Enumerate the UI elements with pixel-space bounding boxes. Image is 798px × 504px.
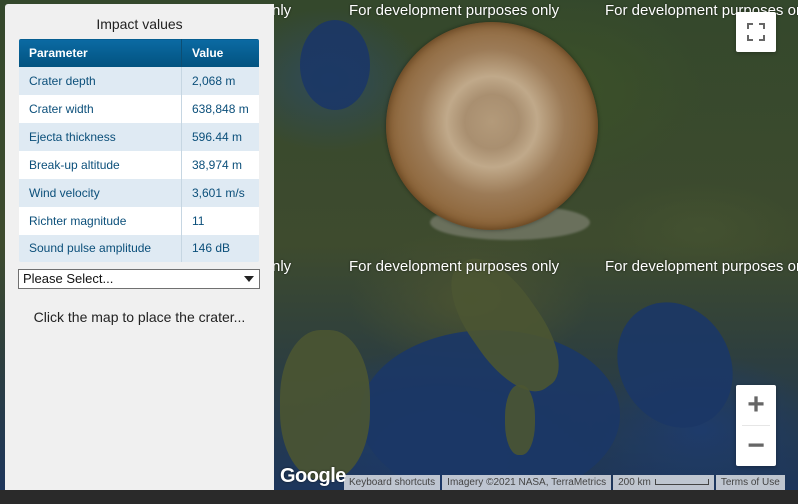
- table-row: Crater width 638,848 m: [19, 94, 259, 123]
- fullscreen-icon: [747, 23, 765, 41]
- parameter-cell: Crater width: [19, 94, 182, 123]
- north-sea-area: [300, 20, 370, 110]
- terms-of-use-link[interactable]: Terms of Use: [715, 475, 785, 490]
- table-row: Ejecta thickness 596.44 m: [19, 122, 259, 151]
- chevron-down-icon: [244, 276, 254, 282]
- watermark-text: nly: [272, 258, 292, 275]
- value-cell: 638,848 m: [181, 94, 259, 123]
- map-attribution-bar: Keyboard shortcuts Imagery ©2021 NASA, T…: [344, 475, 785, 490]
- watermark-text: nly: [272, 2, 292, 19]
- watermark-text: For development purposes only: [349, 258, 560, 275]
- value-cell: 3,601 m/s: [181, 178, 259, 207]
- fullscreen-button[interactable]: [736, 12, 776, 52]
- table-row: Sound pulse amplitude 146 dB: [19, 234, 259, 262]
- corsica-sardinia-landmass: [505, 385, 535, 455]
- impact-values-panel: Impact values Parameter Value Crater dep…: [5, 4, 274, 490]
- parameter-cell: Crater depth: [19, 66, 182, 95]
- table-row: Richter magnitude 11: [19, 206, 259, 235]
- table-row: Break-up altitude 38,974 m: [19, 150, 259, 179]
- parameter-cell: Ejecta thickness: [19, 122, 182, 151]
- parameter-cell: Break-up altitude: [19, 150, 182, 179]
- impact-values-table: Parameter Value Crater depth 2,068 m Cra…: [18, 38, 260, 263]
- value-column-header: Value: [181, 39, 259, 67]
- map-scale[interactable]: 200 km: [613, 475, 714, 490]
- crater-overlay: [386, 22, 598, 230]
- parameter-column-header: Parameter: [19, 39, 182, 67]
- parameter-cell: Richter magnitude: [19, 206, 182, 235]
- watermark-text: For development purposes only: [349, 2, 560, 19]
- iberia-landmass: [280, 330, 370, 480]
- value-cell: 596.44 m: [181, 122, 259, 151]
- impact-preset-select[interactable]: Please Select...: [18, 269, 260, 289]
- table-row: Wind velocity 3,601 m/s: [19, 178, 259, 207]
- zoom-controls: + −: [736, 385, 776, 466]
- parameter-cell: Sound pulse amplitude: [19, 234, 182, 262]
- select-selected-value: Please Select...: [23, 271, 114, 286]
- parameter-cell: Wind velocity: [19, 178, 182, 207]
- watermark-text: For development purposes only: [605, 258, 798, 275]
- scale-label: 200 km: [618, 477, 651, 488]
- bottom-strip: [0, 490, 798, 504]
- place-crater-hint: Click the map to place the crater...: [33, 309, 246, 325]
- value-cell: 38,974 m: [181, 150, 259, 179]
- zoom-in-button[interactable]: +: [736, 385, 776, 425]
- panel-title: Impact values: [96, 16, 183, 32]
- table-row: Crater depth 2,068 m: [19, 66, 259, 95]
- keyboard-shortcuts-link[interactable]: Keyboard shortcuts: [344, 475, 441, 490]
- value-cell: 146 dB: [181, 234, 259, 262]
- table-header-row: Parameter Value: [19, 39, 259, 67]
- imagery-credit: Imagery ©2021 NASA, TerraMetrics: [442, 475, 612, 490]
- zoom-out-button[interactable]: −: [736, 426, 776, 466]
- scale-bar: [654, 479, 709, 486]
- value-cell: 2,068 m: [181, 66, 259, 95]
- google-logo: Google: [280, 465, 346, 487]
- value-cell: 11: [181, 206, 259, 235]
